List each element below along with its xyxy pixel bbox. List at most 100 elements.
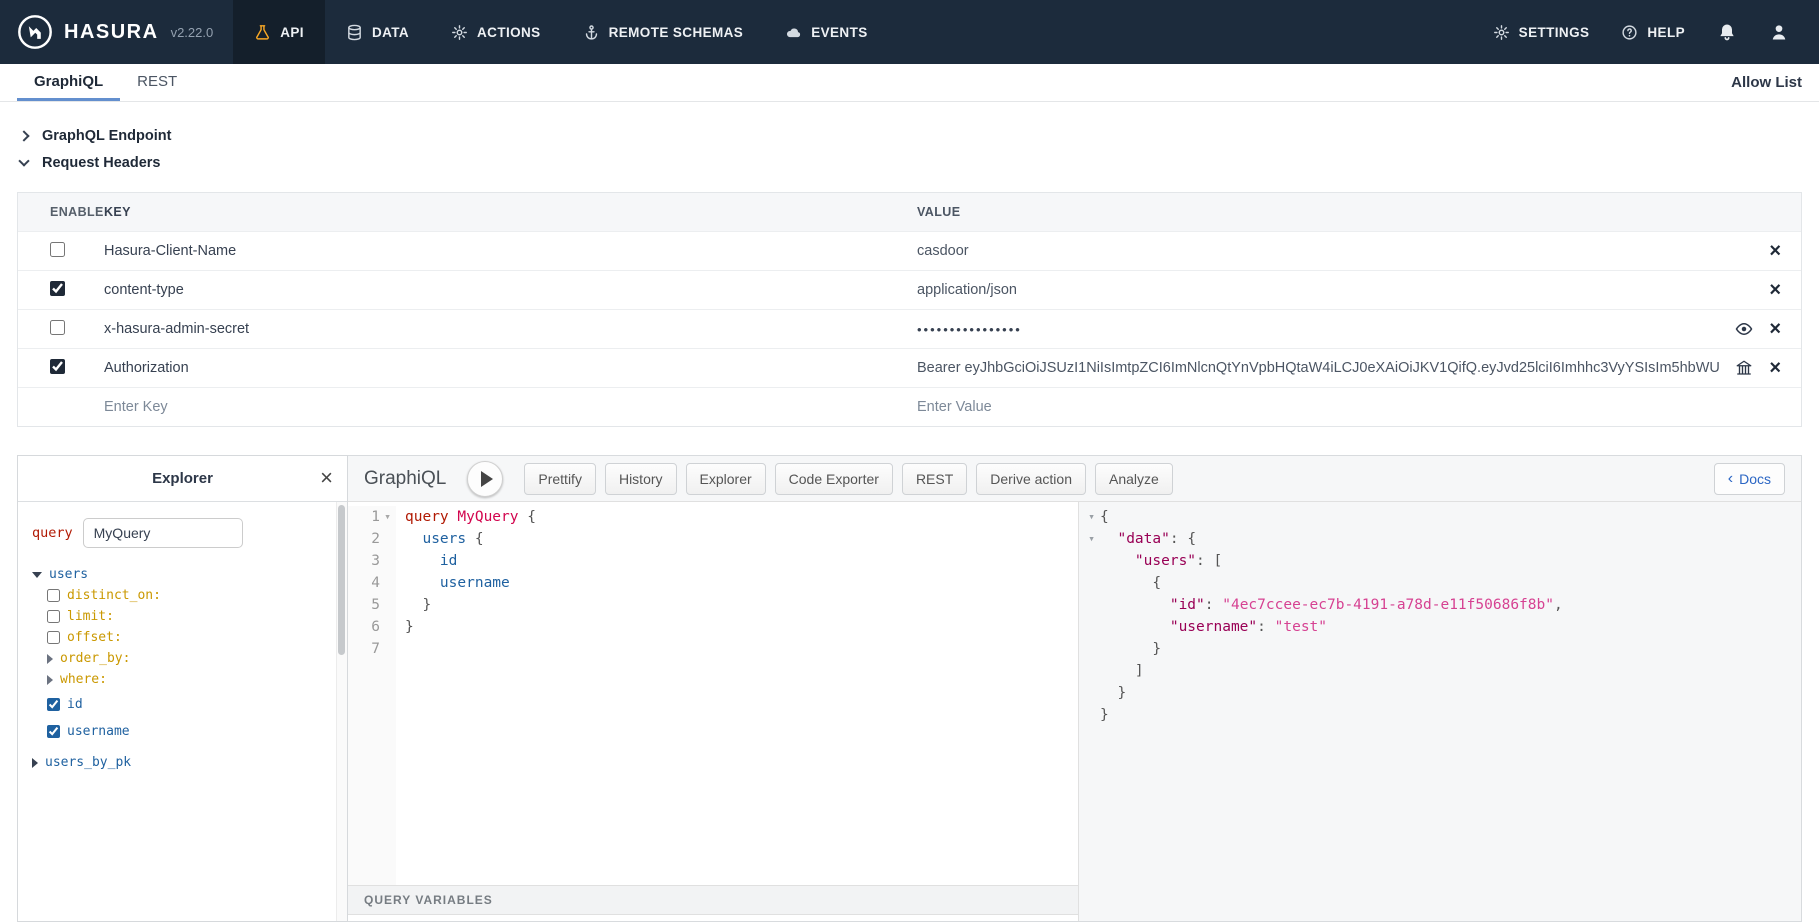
header-value[interactable]: casdoor bbox=[917, 243, 1757, 259]
explorer-header: Explorer × bbox=[18, 456, 347, 502]
remove-header-icon[interactable]: × bbox=[1769, 241, 1781, 261]
enable-header-checkbox[interactable] bbox=[50, 242, 65, 257]
explorer-title: Explorer bbox=[152, 470, 213, 487]
nav-item-data[interactable]: DATA bbox=[325, 0, 430, 64]
nav-item-label: EVENTS bbox=[811, 25, 867, 40]
explorer-arg-offset[interactable]: offset: bbox=[47, 627, 327, 648]
header-key[interactable]: x-hasura-admin-secret bbox=[104, 321, 917, 337]
hasura-logo bbox=[16, 13, 54, 51]
analyze-button[interactable]: Analyze bbox=[1095, 463, 1173, 495]
fold-icon bbox=[1083, 550, 1100, 572]
caret-right-icon bbox=[47, 675, 53, 685]
derive-action-button[interactable]: Derive action bbox=[976, 463, 1086, 495]
help-button[interactable]: HELP bbox=[1621, 24, 1685, 41]
nav-item-events[interactable]: EVENTS bbox=[764, 0, 888, 64]
explorer-field-username[interactable]: username bbox=[47, 721, 327, 742]
history-button[interactable]: History bbox=[605, 463, 677, 495]
table-row: Hasura-Client-Name casdoor × bbox=[18, 231, 1801, 270]
brand-name: HASURA bbox=[64, 21, 159, 44]
new-header-value-input[interactable] bbox=[917, 399, 1738, 415]
query-editor[interactable]: 1▾234567 query MyQuery { users { id user… bbox=[348, 502, 1078, 885]
arg-checkbox[interactable] bbox=[47, 631, 60, 644]
fold-icon bbox=[1083, 638, 1100, 660]
tab-graphiql[interactable]: GraphiQL bbox=[17, 64, 120, 101]
query-variables-editor[interactable] bbox=[348, 915, 1078, 921]
header-value[interactable]: application/json bbox=[917, 282, 1757, 298]
user-icon[interactable] bbox=[1769, 22, 1789, 42]
enable-header-checkbox[interactable] bbox=[50, 359, 65, 374]
fold-icon bbox=[1083, 572, 1100, 594]
execute-query-button[interactable] bbox=[467, 461, 503, 497]
bell-icon[interactable] bbox=[1717, 22, 1737, 42]
response-line: { bbox=[1083, 572, 1801, 594]
explorer-button[interactable]: Explorer bbox=[686, 463, 766, 495]
fold-icon[interactable]: ▾ bbox=[380, 506, 395, 528]
graphql-endpoint-toggle[interactable]: GraphQL Endpoint bbox=[20, 122, 1819, 149]
remove-header-icon[interactable]: × bbox=[1769, 280, 1781, 300]
code-exporter-button[interactable]: Code Exporter bbox=[775, 463, 893, 495]
fold-icon[interactable]: ▾ bbox=[1083, 506, 1100, 528]
decode-jwt-icon[interactable] bbox=[1735, 359, 1753, 377]
new-header-row bbox=[18, 387, 1801, 426]
code-line: username bbox=[405, 572, 1078, 594]
header-value-masked[interactable]: •••••••••••••••• bbox=[917, 322, 1723, 337]
play-icon bbox=[481, 471, 493, 487]
explorer-arg-distinct-on[interactable]: distinct_on: bbox=[47, 585, 327, 606]
response-pane[interactable]: ▾{▾ "data": { "users": [ { "id": "4ec7cc… bbox=[1079, 502, 1801, 921]
nav-item-remote-schemas[interactable]: REMOTE SCHEMAS bbox=[562, 0, 765, 64]
cloud-icon bbox=[785, 24, 802, 41]
request-headers-toggle[interactable]: Request Headers bbox=[20, 149, 1819, 176]
header-value[interactable]: Bearer eyJhbGciOiJSUzI1NiIsImtpZCI6ImNlc… bbox=[917, 360, 1723, 376]
enable-header-checkbox[interactable] bbox=[50, 320, 65, 335]
scrollbar-thumb[interactable] bbox=[338, 505, 345, 655]
help-icon bbox=[1621, 24, 1638, 41]
arg-checkbox[interactable] bbox=[47, 589, 60, 602]
gears-icon bbox=[451, 24, 468, 41]
header-key[interactable]: Hasura-Client-Name bbox=[104, 243, 917, 259]
prettify-button[interactable]: Prettify bbox=[524, 463, 596, 495]
flask-icon bbox=[254, 24, 271, 41]
remove-header-icon[interactable]: × bbox=[1769, 319, 1781, 339]
primary-nav: API DATA ACTIONS bbox=[233, 0, 888, 64]
rest-button[interactable]: REST bbox=[902, 463, 967, 495]
explorer-field-users-by-pk[interactable]: users_by_pk bbox=[32, 752, 327, 773]
field-checkbox[interactable] bbox=[47, 725, 60, 738]
explorer-field-id[interactable]: id bbox=[47, 694, 327, 715]
request-headers-label: Request Headers bbox=[42, 155, 160, 171]
query-variables-label: QUERY VARIABLES bbox=[364, 893, 493, 907]
nav-item-label: REMOTE SCHEMAS bbox=[609, 25, 744, 40]
docs-button[interactable]: ‹ Docs bbox=[1714, 463, 1785, 495]
line-number: 7 bbox=[348, 638, 396, 660]
graphiql-main: GraphiQL Prettify History Explorer Code … bbox=[348, 455, 1802, 922]
nav-item-api[interactable]: API bbox=[233, 0, 325, 64]
explorer-field-users[interactable]: users bbox=[32, 564, 327, 585]
fold-icon bbox=[1083, 616, 1100, 638]
close-icon[interactable]: × bbox=[320, 465, 333, 491]
column-key: KEY bbox=[104, 205, 917, 219]
allow-list-link[interactable]: Allow List bbox=[1731, 64, 1802, 101]
field-checkbox[interactable] bbox=[47, 698, 60, 711]
explorer-scrollbar[interactable] bbox=[336, 502, 347, 921]
caret-down-icon bbox=[32, 572, 42, 578]
brand[interactable]: HASURA v2.22.0 bbox=[0, 0, 233, 64]
explorer-arg-order-by[interactable]: order_by: bbox=[47, 648, 327, 669]
remove-header-icon[interactable]: × bbox=[1769, 358, 1781, 378]
explorer-arg-where[interactable]: where: bbox=[47, 669, 327, 690]
new-header-key-input[interactable] bbox=[104, 399, 876, 415]
table-header-row: ENABLE KEY VALUE bbox=[18, 193, 1801, 231]
nav-right: SETTINGS HELP bbox=[1493, 0, 1819, 64]
enable-header-checkbox[interactable] bbox=[50, 281, 65, 296]
eye-icon[interactable] bbox=[1735, 320, 1753, 338]
arg-checkbox[interactable] bbox=[47, 610, 60, 623]
graphiql-toolbar: GraphiQL Prettify History Explorer Code … bbox=[348, 456, 1801, 502]
settings-button[interactable]: SETTINGS bbox=[1493, 24, 1590, 41]
fold-icon bbox=[1083, 594, 1100, 616]
nav-item-actions[interactable]: ACTIONS bbox=[430, 0, 562, 64]
operation-name-input[interactable] bbox=[83, 518, 243, 548]
explorer-arg-limit[interactable]: limit: bbox=[47, 606, 327, 627]
header-key[interactable]: content-type bbox=[104, 282, 917, 298]
header-key[interactable]: Authorization bbox=[104, 360, 917, 376]
fold-icon[interactable]: ▾ bbox=[1083, 528, 1100, 550]
tab-rest[interactable]: REST bbox=[120, 64, 194, 101]
query-variables-bar[interactable]: QUERY VARIABLES bbox=[348, 885, 1078, 915]
